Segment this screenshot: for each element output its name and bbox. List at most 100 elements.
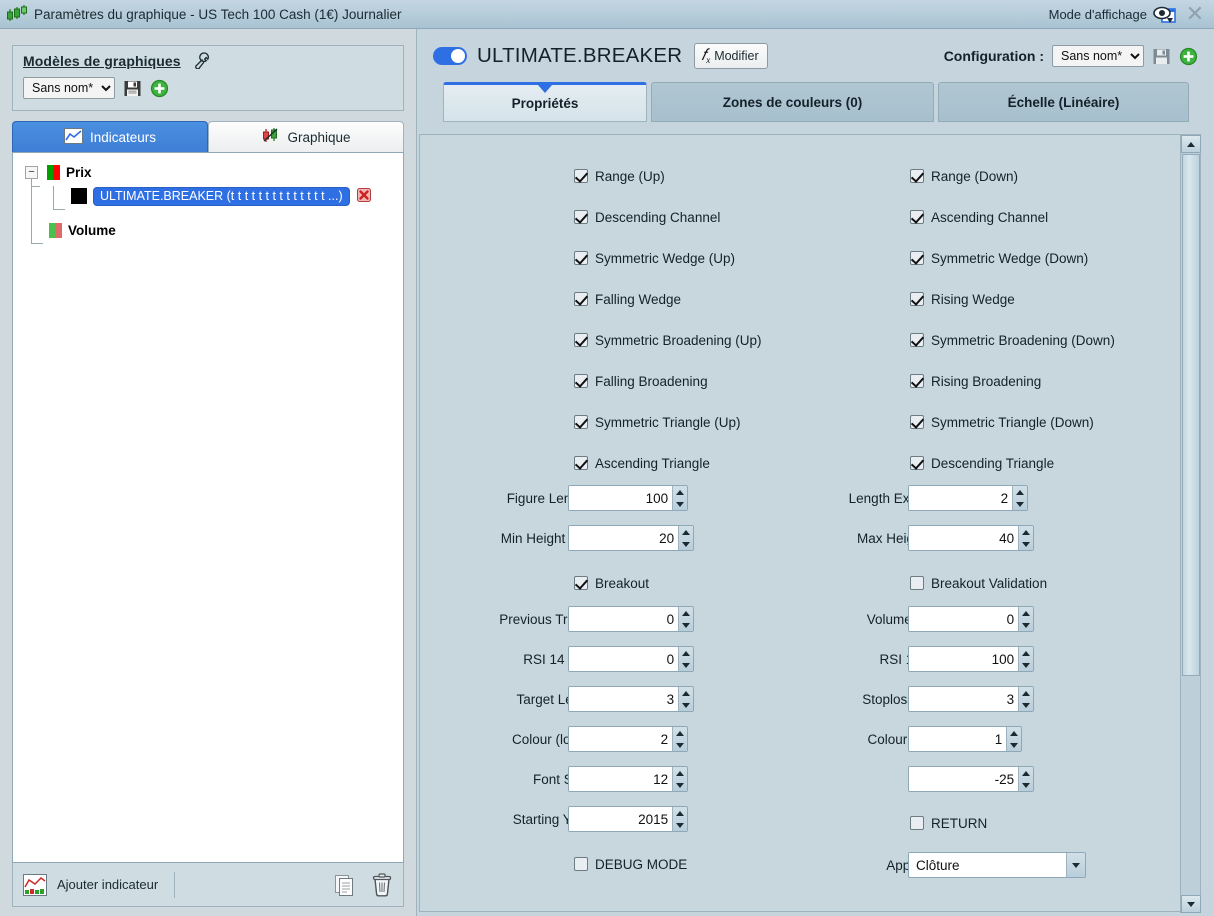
tab-zones-de-couleurs[interactable]: Zones de couleurs (0) — [651, 82, 934, 122]
checkbox-descending-channel[interactable]: Descending Channel — [574, 206, 720, 228]
spinner-up-icon[interactable] — [1019, 767, 1033, 779]
checkbox-box[interactable] — [910, 456, 924, 470]
tree-item-volume[interactable]: Volume — [19, 219, 397, 241]
spinner-down-icon[interactable] — [1019, 659, 1033, 671]
tab-echelle[interactable]: Échelle (Linéaire) — [938, 82, 1189, 122]
add-indicator-label[interactable]: Ajouter indicateur — [57, 877, 158, 892]
spinner-buttons[interactable] — [678, 607, 693, 631]
light-input[interactable] — [909, 767, 1019, 791]
checkbox-breakout[interactable]: Breakout — [574, 572, 649, 594]
spinner-down-icon[interactable] — [673, 779, 687, 791]
colour-long-input[interactable] — [569, 727, 673, 751]
tree-item-prix[interactable]: − Prix — [19, 161, 397, 183]
rsi-14-min-input[interactable] — [569, 647, 679, 671]
spinner-buttons[interactable] — [1012, 486, 1027, 510]
spinner-buttons[interactable] — [672, 767, 687, 791]
checkbox-box[interactable] — [574, 857, 588, 871]
tab-proprietes[interactable]: Propriétés — [443, 82, 647, 122]
spinner-up-icon[interactable] — [679, 687, 693, 699]
tab-indicateurs[interactable]: Indicateurs — [12, 121, 208, 152]
field-previous-trend[interactable] — [568, 606, 694, 632]
spinner-up-icon[interactable] — [1019, 607, 1033, 619]
checkbox-rising-broadening[interactable]: Rising Broadening — [910, 370, 1041, 392]
checkbox-symmetric-triangle-down[interactable]: Symmetric Triangle (Down) — [910, 411, 1094, 433]
eye-icon[interactable] — [1153, 4, 1177, 25]
checkbox-falling-broadening[interactable]: Falling Broadening — [574, 370, 708, 392]
field-length-extention[interactable] — [908, 485, 1028, 511]
checkbox-box[interactable] — [910, 292, 924, 306]
spinner-down-icon[interactable] — [1019, 779, 1033, 791]
checkbox-box[interactable] — [574, 374, 588, 388]
indicator-enable-toggle[interactable] — [433, 47, 467, 65]
checkbox-box[interactable] — [574, 210, 588, 224]
tab-graphique[interactable]: Graphique — [208, 121, 404, 152]
spinner-down-icon[interactable] — [1019, 619, 1033, 631]
scrollbar-up-button[interactable] — [1181, 135, 1201, 153]
field-light[interactable] — [908, 766, 1034, 792]
starting-year-input[interactable] — [569, 807, 673, 831]
stoploss-level-input[interactable] — [909, 687, 1019, 711]
field-starting-year[interactable] — [568, 806, 688, 832]
checkbox-ascending-channel[interactable]: Ascending Channel — [910, 206, 1048, 228]
checkbox-box[interactable] — [574, 169, 588, 183]
floppy-save-icon[interactable] — [1152, 47, 1171, 66]
spinner-up-icon[interactable] — [673, 727, 687, 739]
spinner-buttons[interactable] — [1018, 526, 1033, 550]
checkbox-range-down[interactable]: Range (Down) — [910, 165, 1018, 187]
checkbox-box[interactable] — [574, 576, 588, 590]
scrollbar-thumb[interactable] — [1182, 154, 1200, 676]
field-target-level[interactable] — [568, 686, 694, 712]
trash-icon[interactable] — [371, 872, 393, 897]
chart-template-select[interactable]: Sans nom* — [23, 77, 115, 99]
properties-scrollbar[interactable] — [1180, 135, 1201, 913]
spinner-up-icon[interactable] — [679, 526, 693, 538]
chevron-down-icon[interactable] — [1066, 853, 1085, 877]
spinner-buttons[interactable] — [1018, 607, 1033, 631]
spinner-up-icon[interactable] — [1019, 526, 1033, 538]
spinner-buttons[interactable] — [678, 647, 693, 671]
field-font-size[interactable] — [568, 766, 688, 792]
font-size-input[interactable] — [569, 767, 673, 791]
checkbox-box[interactable] — [574, 251, 588, 265]
spinner-buttons[interactable] — [672, 486, 687, 510]
length-extention-input[interactable] — [909, 486, 1013, 510]
delete-red-x-icon[interactable] — [356, 187, 371, 205]
spinner-down-icon[interactable] — [673, 819, 687, 831]
rsi-14-max-input[interactable] — [909, 647, 1019, 671]
checkbox-falling-wedge[interactable]: Falling Wedge — [574, 288, 681, 310]
spinner-down-icon[interactable] — [1013, 498, 1027, 510]
spinner-up-icon[interactable] — [1019, 647, 1033, 659]
checkbox-box[interactable] — [574, 292, 588, 306]
field-figure-length[interactable] — [568, 485, 688, 511]
indicator-tree[interactable]: − Prix ULTIMATE.BREAKER (t t t t t t t t… — [12, 152, 404, 863]
spinner-down-icon[interactable] — [679, 619, 693, 631]
volume-trend-input[interactable] — [909, 607, 1019, 631]
configuration-select[interactable]: Sans nom* — [1052, 45, 1144, 67]
spinner-buttons[interactable] — [1006, 727, 1021, 751]
checkbox-symmetric-broadening-up[interactable]: Symmetric Broadening (Up) — [574, 329, 762, 351]
checkbox-return[interactable]: RETURN — [910, 812, 987, 834]
field-volume-trend[interactable] — [908, 606, 1034, 632]
target-level-input[interactable] — [569, 687, 679, 711]
checkbox-box[interactable] — [910, 415, 924, 429]
checkbox-symmetric-triangle-up[interactable]: Symmetric Triangle (Up) — [574, 411, 741, 433]
figure-length-input[interactable] — [569, 486, 673, 510]
spinner-down-icon[interactable] — [1007, 739, 1021, 751]
spinner-down-icon[interactable] — [673, 498, 687, 510]
spinner-down-icon[interactable] — [673, 739, 687, 751]
spinner-up-icon[interactable] — [673, 486, 687, 498]
spinner-buttons[interactable] — [672, 807, 687, 831]
checkbox-box[interactable] — [910, 576, 924, 590]
field-colour-short[interactable] — [908, 726, 1022, 752]
checkbox-box[interactable] — [574, 333, 588, 347]
spinner-buttons[interactable] — [1018, 687, 1033, 711]
spinner-buttons[interactable] — [678, 687, 693, 711]
tree-expander-icon[interactable]: − — [25, 165, 38, 179]
applied-to-select[interactable]: Clôture — [908, 852, 1086, 878]
checkbox-ascending-triangle[interactable]: Ascending Triangle — [574, 452, 710, 474]
spinner-down-icon[interactable] — [679, 538, 693, 550]
checkbox-box[interactable] — [910, 251, 924, 265]
field-min-height[interactable] — [568, 525, 694, 551]
checkbox-debug-mode[interactable]: DEBUG MODE — [574, 853, 687, 875]
add-indicator-icon[interactable] — [23, 873, 47, 896]
